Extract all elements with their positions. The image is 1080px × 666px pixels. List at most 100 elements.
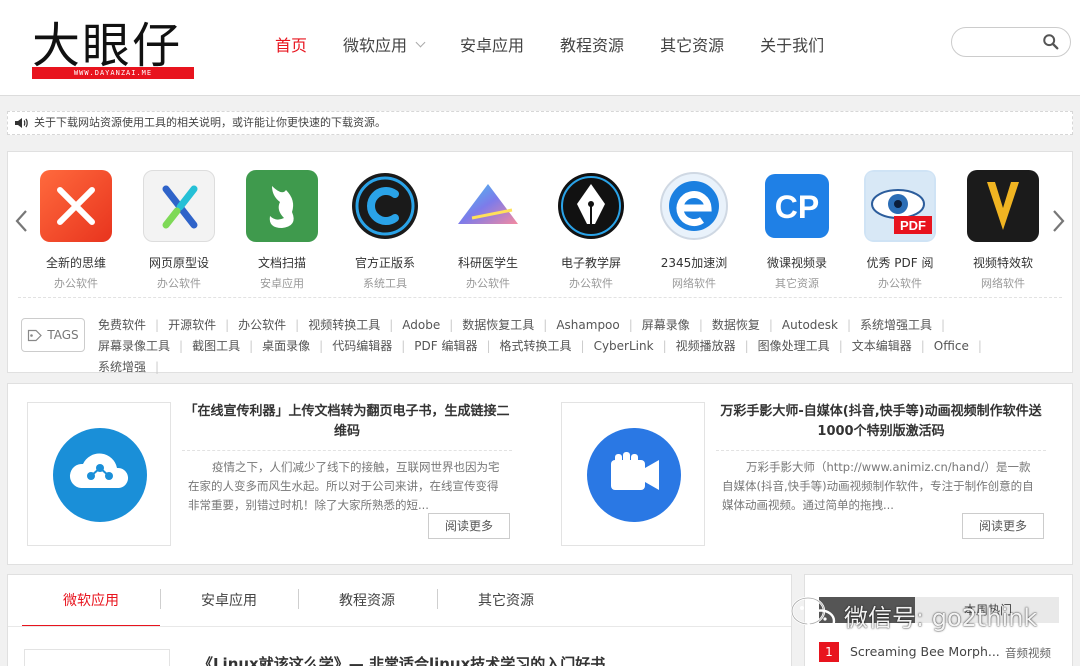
nav-item-microsoft-apps[interactable]: 微软应用 bbox=[343, 32, 426, 56]
prism-icon bbox=[452, 170, 524, 242]
tag-link[interactable]: Ashampoo bbox=[556, 318, 619, 332]
tag-link[interactable]: 屏幕录像 bbox=[642, 318, 690, 332]
app-item[interactable]: PDF 优秀 PDF 阅 办公软件 bbox=[850, 170, 950, 291]
tag-separator: | bbox=[249, 339, 254, 353]
tag-link[interactable]: 桌面录像 bbox=[262, 339, 310, 353]
nav-label: 教程资源 bbox=[560, 36, 625, 55]
notice-text[interactable]: 关于下载网站资源使用工具的相关说明，或许能让你更快速的下载资源。 bbox=[34, 112, 386, 134]
tag-link[interactable]: 免费软件 bbox=[98, 318, 146, 332]
tag-link[interactable]: 数据恢复工具 bbox=[462, 318, 534, 332]
app-name: 全新的思维 bbox=[45, 256, 106, 270]
app-category: 网络软件 bbox=[981, 277, 1025, 290]
app-item[interactable]: CP 微课视频录 其它资源 bbox=[747, 170, 847, 291]
tag-link[interactable]: PDF 编辑器 bbox=[414, 339, 477, 353]
tag-link[interactable]: 系统增强工具 bbox=[860, 318, 932, 332]
article-title[interactable]: 「在线宣传利器」上传文档转为翻页电子书，生成链接二维码 bbox=[182, 402, 512, 442]
tag-link[interactable]: Adobe bbox=[402, 318, 440, 332]
app-item[interactable]: 科研医学生 办公软件 bbox=[438, 170, 538, 291]
app-name: 优秀 PDF 阅 bbox=[866, 256, 934, 270]
tab-microsoft-apps[interactable]: 微软应用 bbox=[22, 591, 160, 627]
tag-separator: | bbox=[698, 318, 703, 332]
tag-link[interactable]: 视频播放器 bbox=[676, 339, 736, 353]
search-input[interactable] bbox=[962, 33, 1042, 51]
tag-link[interactable]: 开源软件 bbox=[168, 318, 216, 332]
tag-link[interactable]: 数据恢复 bbox=[712, 318, 760, 332]
tag-separator: | bbox=[662, 339, 667, 353]
sidebar-tabbar: 本周热门 bbox=[819, 597, 1059, 623]
tag-separator: | bbox=[977, 339, 982, 353]
tag-link[interactable]: 格式转换工具 bbox=[500, 339, 572, 353]
read-more-button[interactable]: 阅读更多 bbox=[962, 513, 1044, 539]
tag-separator: | bbox=[846, 318, 852, 332]
notice-bar: 关于下载网站资源使用工具的相关说明，或许能让你更快速的下载资源。 bbox=[7, 111, 1073, 135]
post-title[interactable]: 《Linux就该这么学》— 非常适合linux技术学习的入门好书 bbox=[198, 653, 605, 666]
nav-item-other-resources[interactable]: 其它资源 bbox=[660, 32, 724, 56]
nav-item-home[interactable]: 首页 bbox=[275, 32, 307, 56]
tag-separator: | bbox=[580, 339, 585, 353]
app-item[interactable]: 网页原型设 办公软件 bbox=[129, 170, 229, 291]
tag-link[interactable]: 截图工具 bbox=[192, 339, 240, 353]
app-name: 微课视频录 bbox=[766, 256, 827, 270]
tag-link[interactable]: 代码编辑器 bbox=[332, 339, 392, 353]
app-item[interactable]: 2345加速浏 网络软件 bbox=[644, 170, 744, 291]
article-thumbnail[interactable] bbox=[561, 402, 705, 546]
article-thumbnail[interactable] bbox=[27, 402, 171, 546]
tag-link[interactable]: CyberLink bbox=[594, 339, 654, 353]
vegas-v-icon bbox=[967, 170, 1039, 242]
tags-label: TAGS bbox=[47, 328, 79, 342]
divider bbox=[18, 297, 1062, 298]
tag-link[interactable]: 视频转换工具 bbox=[308, 318, 380, 332]
svg-text:CP: CP bbox=[775, 189, 819, 225]
rank-badge: 1 bbox=[819, 642, 839, 662]
tag-link[interactable]: 系统增强 bbox=[98, 360, 146, 374]
tag-link[interactable]: 办公软件 bbox=[238, 318, 286, 332]
logo-text: 大眼仔 bbox=[32, 18, 183, 74]
tab-android-apps[interactable]: 安卓应用 bbox=[160, 591, 298, 627]
tag-link[interactable]: 屏幕录像工具 bbox=[98, 339, 170, 353]
nav-label: 首页 bbox=[275, 36, 308, 55]
divider bbox=[182, 450, 512, 451]
content-tabs-panel: 微软应用 安卓应用 教程资源 其它资源 《Linux就该这么学》— 非常适合li… bbox=[7, 574, 792, 666]
tag-separator: | bbox=[838, 339, 843, 353]
divider bbox=[8, 626, 791, 627]
pen-nib-icon bbox=[555, 170, 627, 242]
sidebar-tab-active[interactable] bbox=[819, 597, 915, 623]
axure-icon bbox=[143, 170, 215, 242]
tag-separator: | bbox=[941, 318, 946, 332]
xmind-icon bbox=[40, 170, 112, 242]
nav-item-about[interactable]: 关于我们 bbox=[760, 32, 824, 56]
tab-other-resources[interactable]: 其它资源 bbox=[437, 591, 575, 627]
sidebar-tab-label[interactable]: 本周热门 bbox=[964, 601, 1012, 618]
tag-separator: | bbox=[449, 318, 454, 332]
app-category: 办公软件 bbox=[878, 277, 922, 290]
tag-link[interactable]: Autodesk bbox=[782, 318, 838, 332]
rank-title[interactable]: Screaming Bee Morph... bbox=[850, 644, 1000, 659]
article-title[interactable]: 万彩手影大师-自媒体(抖音,快手等)动画视频制作软件送1000个特别版激活码 bbox=[716, 402, 1046, 442]
tab-tutorials[interactable]: 教程资源 bbox=[298, 591, 436, 627]
nav-item-android-apps[interactable]: 安卓应用 bbox=[460, 32, 524, 56]
app-item[interactable]: 文档扫描 安卓应用 bbox=[232, 170, 332, 291]
cloud-icon bbox=[53, 428, 147, 522]
tag-separator: | bbox=[389, 318, 394, 332]
tag-separator: | bbox=[744, 339, 749, 353]
app-item[interactable]: 全新的思维 办公软件 bbox=[26, 170, 126, 291]
tag-separator: | bbox=[155, 360, 160, 374]
pdf-eye-icon: PDF bbox=[864, 170, 936, 242]
nav-item-tutorials[interactable]: 教程资源 bbox=[560, 32, 624, 56]
app-name: 2345加速浏 bbox=[660, 256, 728, 270]
tag-link[interactable]: 文本编辑器 bbox=[852, 339, 912, 353]
site-logo[interactable]: 大眼仔 WWW.DAYANZAI.ME bbox=[30, 10, 200, 82]
browser-e-icon bbox=[658, 170, 730, 242]
app-carousel: 全新的思维 办公软件 网页原型设 办公软件 文档扫描 安卓应用 官方正版系 系统… bbox=[7, 151, 1073, 374]
app-item[interactable]: 视频特效软 网络软件 bbox=[953, 170, 1053, 291]
tag-separator: | bbox=[628, 318, 633, 332]
read-more-button[interactable]: 阅读更多 bbox=[428, 513, 510, 539]
app-item[interactable]: 电子教学屏 办公软件 bbox=[541, 170, 641, 291]
app-item[interactable]: 官方正版系 系统工具 bbox=[335, 170, 435, 291]
app-category: 办公软件 bbox=[54, 277, 98, 290]
app-category: 其它资源 bbox=[775, 277, 819, 290]
search-icon[interactable] bbox=[1042, 33, 1060, 51]
tag-link[interactable]: Office bbox=[934, 339, 969, 353]
post-thumbnail[interactable] bbox=[24, 649, 170, 666]
tag-link[interactable]: 图像处理工具 bbox=[758, 339, 830, 353]
